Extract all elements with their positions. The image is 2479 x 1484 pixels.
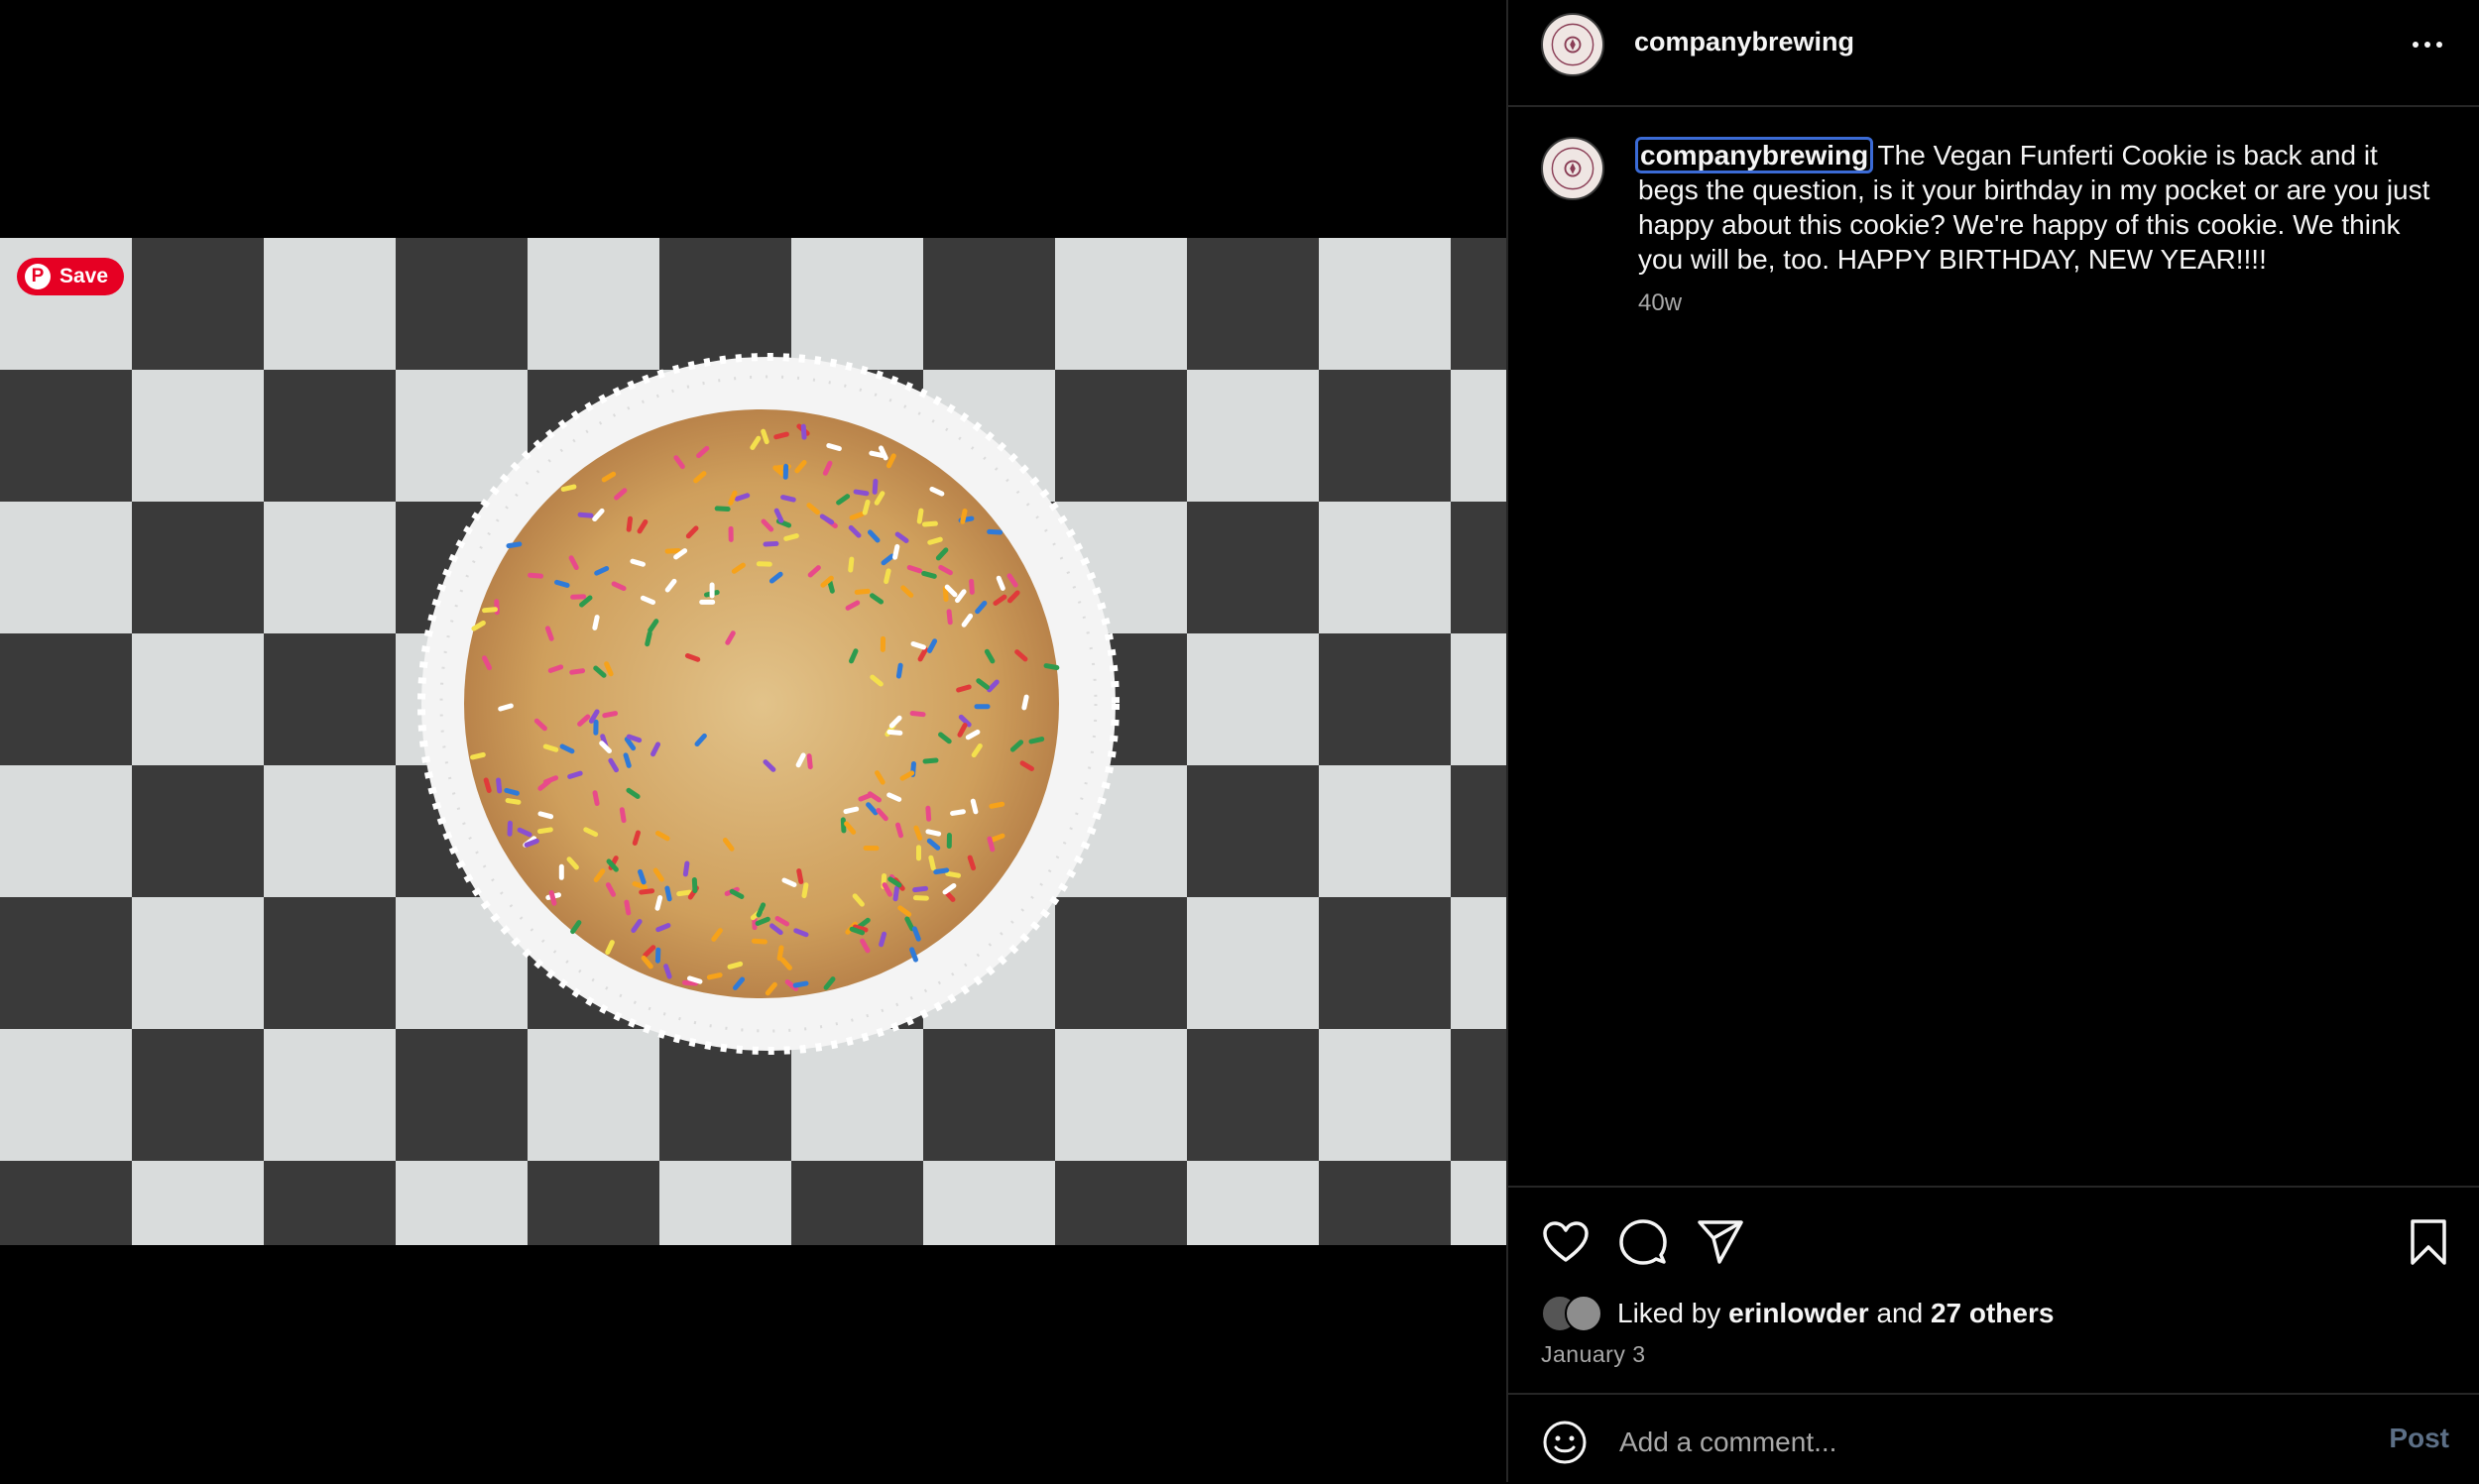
header-username[interactable]: companybrewing: [1634, 27, 1854, 57]
liker-username[interactable]: erinlowder: [1728, 1298, 1869, 1328]
likers-avatars[interactable]: [1541, 1295, 1610, 1334]
post-photo[interactable]: [0, 238, 1506, 1245]
pinterest-save-button[interactable]: P Save: [17, 258, 125, 295]
pinterest-icon: P: [25, 264, 51, 289]
smiley-icon[interactable]: [1541, 1419, 1589, 1466]
pinterest-save-label: Save: [59, 265, 109, 287]
comment-input[interactable]: [1617, 1417, 2335, 1468]
avatar[interactable]: [1541, 13, 1604, 76]
likes-others-link[interactable]: 27 others: [1931, 1298, 2055, 1328]
post-media: P Save: [0, 0, 1506, 1482]
post-comment-button[interactable]: Post: [2389, 1423, 2449, 1454]
paper-plane-icon[interactable]: [1696, 1217, 1745, 1267]
more-horizontal-icon[interactable]: [2410, 31, 2445, 58]
avatar[interactable]: [1541, 137, 1604, 200]
comment-bar: Post: [1508, 1393, 2479, 1484]
caption-timestamp[interactable]: 40w: [1638, 289, 1682, 317]
comment-bubble-icon[interactable]: [1618, 1217, 1668, 1267]
bookmark-icon[interactable]: [2404, 1217, 2453, 1267]
post-details-panel: companybrewing companybrewing The Vegan …: [1506, 0, 2479, 1482]
avatar: [1565, 1295, 1602, 1332]
caption-username[interactable]: companybrewing: [1634, 137, 1874, 173]
caption: companybrewing The Vegan Funferti Cookie…: [1634, 137, 2431, 277]
liked-by-text: Liked by erinlowder and 27 others: [1617, 1298, 2055, 1328]
heart-icon[interactable]: [1541, 1217, 1591, 1267]
post-header: companybrewing: [1508, 0, 2479, 107]
post-date: January 3: [1541, 1341, 1646, 1367]
post-actions: Liked by erinlowder and 27 others Januar…: [1508, 1186, 2479, 1396]
